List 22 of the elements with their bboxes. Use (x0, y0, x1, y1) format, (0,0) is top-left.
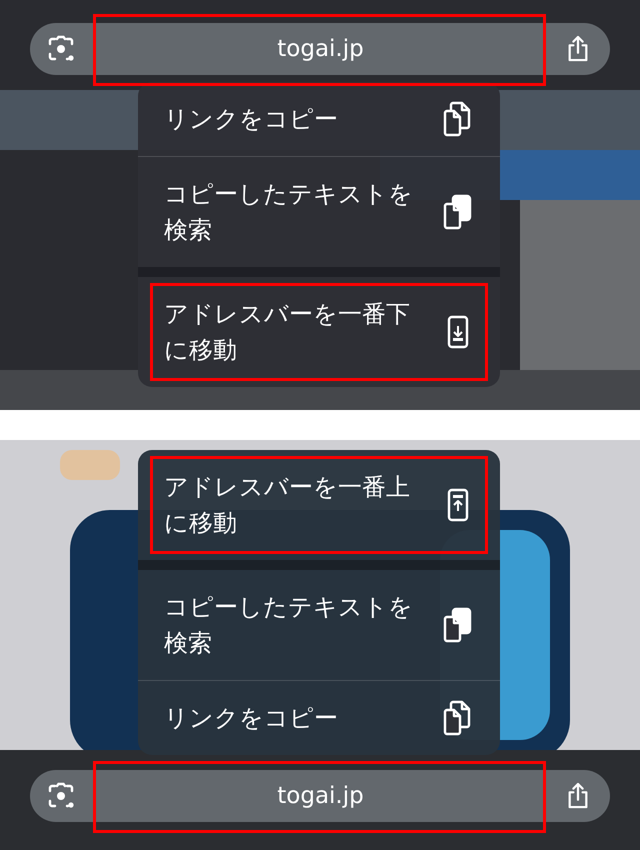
address-bar[interactable]: togai.jp (30, 23, 610, 75)
menu-item[interactable]: コピーしたテキストを検索 (138, 560, 500, 680)
documents-icon (443, 194, 473, 230)
menu-item-label: リンクをコピー (164, 703, 338, 734)
camera-scan-icon[interactable] (47, 782, 75, 810)
menu-item[interactable]: リンクをコピー (138, 680, 500, 755)
address-bar[interactable]: togai.jp (30, 770, 610, 822)
url-text: togai.jp (277, 783, 364, 809)
documents-icon (443, 607, 473, 643)
menu-item-label: アドレスバーを一番下に移動 (164, 299, 411, 366)
documents-icon (443, 101, 473, 137)
menu-item-label: コピーしたテキストを検索 (164, 592, 414, 659)
share-icon[interactable] (566, 782, 590, 810)
menu-item-label: コピーしたテキストを検索 (164, 179, 414, 246)
menu-item-label: リンクをコピー (164, 104, 338, 135)
menu-item[interactable]: コピーしたテキストを検索 (138, 156, 500, 267)
camera-scan-icon[interactable] (47, 35, 75, 63)
documents-icon (443, 700, 473, 736)
menu-item-label: アドレスバーを一番上に移動 (164, 472, 411, 539)
url-text: togai.jp (277, 36, 364, 62)
share-icon[interactable] (566, 35, 590, 63)
menu-item[interactable]: リンクをコピー (138, 82, 500, 156)
